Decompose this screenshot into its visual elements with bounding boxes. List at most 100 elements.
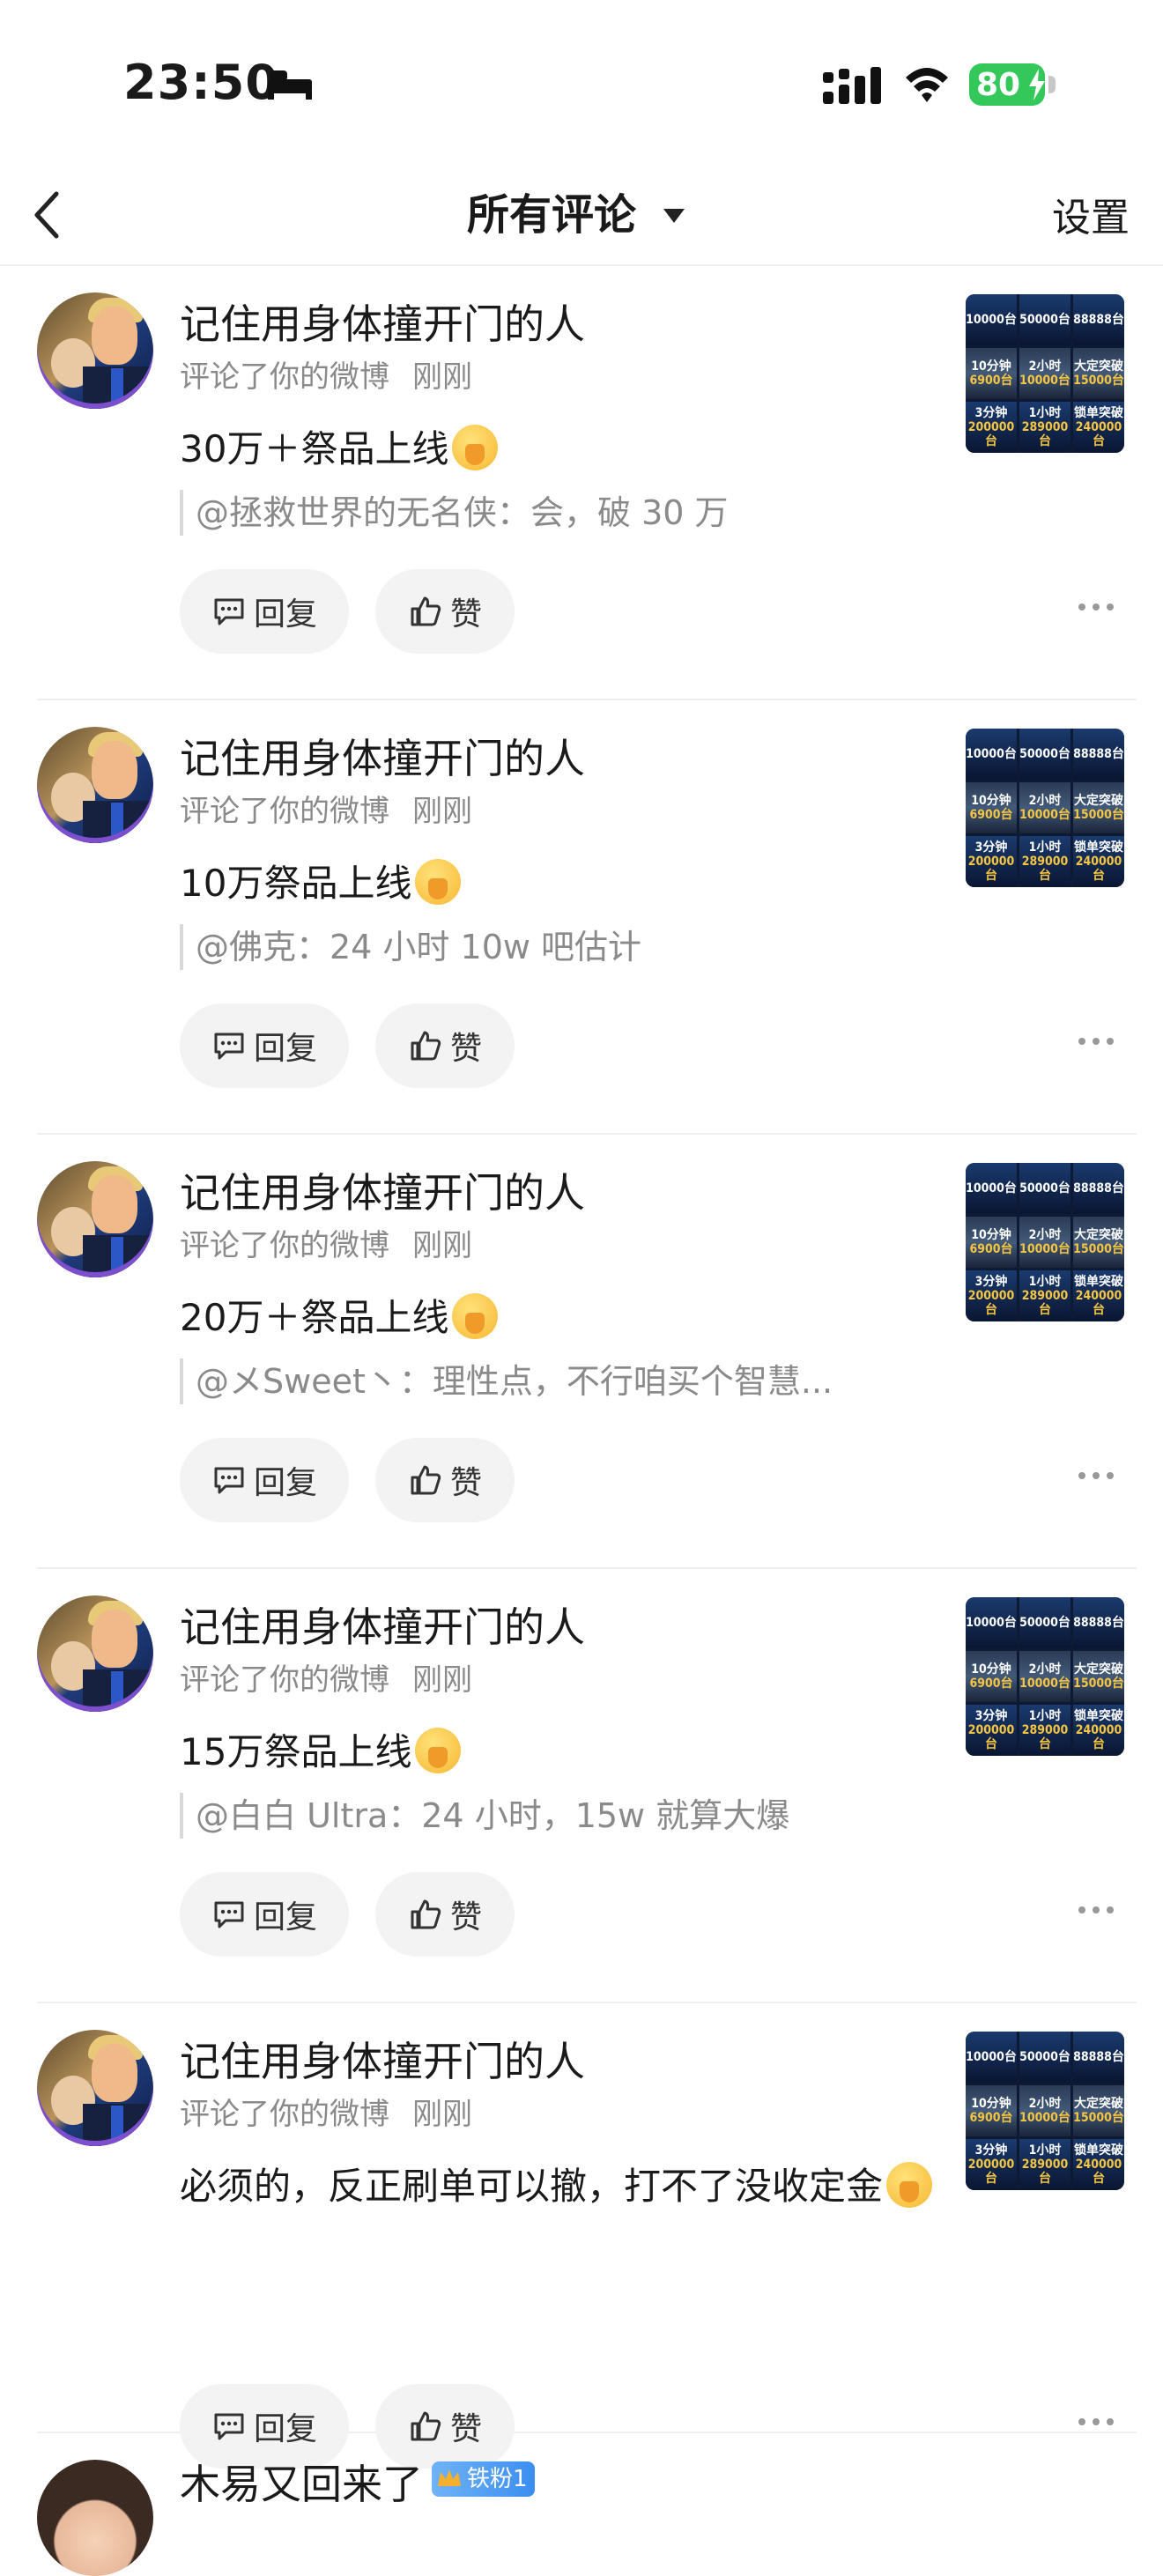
- thumbnail-cell: 大定突破 15000台: [1073, 348, 1124, 399]
- more-options-icon[interactable]: [1077, 1904, 1115, 1916]
- avatar[interactable]: [37, 292, 153, 409]
- thumbnail-cell: 50000台: [1019, 1163, 1070, 1214]
- reply-button[interactable]: 回复: [180, 1872, 349, 1957]
- crown-icon: [438, 2469, 461, 2486]
- pray-emoji-icon: [886, 2162, 933, 2208]
- comment-item[interactable]: 记住用身体撞开门的人 评论了你的微博 刚刚 必须的，反正刷单可以撤，打不了没收定金 回复…: [37, 2003, 1137, 2469]
- thumbnail-cell: 10000台: [966, 1597, 1017, 1648]
- pray-emoji-icon: [415, 1728, 462, 1773]
- like-button[interactable]: 赞: [375, 1438, 515, 1522]
- weibo-thumbnail[interactable]: 10000台 50000台 88888台 10分钟 6900台 2小时 10000台 大定突破…: [966, 729, 1124, 887]
- thumbnail-cell: 2小时 10000台: [1019, 2085, 1070, 2136]
- back-arrow-icon[interactable]: [25, 183, 72, 247]
- commenter-name[interactable]: 记住用身体撞开门的人: [180, 298, 585, 351]
- reply-button[interactable]: 回复: [180, 1438, 349, 1522]
- comment-item[interactable]: 木易又回来了 铁粉1: [37, 2433, 1137, 2576]
- thumbnail-cell: 大定突破 15000台: [1073, 782, 1124, 833]
- weibo-thumbnail[interactable]: 10000台 50000台 88888台 10分钟 6900台 2小时 10000台 大定突破…: [966, 1163, 1124, 1321]
- pray-emoji-icon: [452, 1293, 499, 1339]
- thumbnail-cell: 1小时 289000台: [1019, 402, 1070, 453]
- comment-time: 刚刚: [412, 794, 472, 829]
- comment-action-text: 评论了你的微博: [180, 359, 389, 395]
- settings-button[interactable]: 设置: [1052, 187, 1130, 250]
- weibo-thumbnail[interactable]: 10000台 50000台 88888台 10分钟 6900台 2小时 10000台 大定突破…: [966, 294, 1124, 453]
- commenter-name[interactable]: 记住用身体撞开门的人: [180, 732, 585, 785]
- thumbnail-cell: 3分钟 200000台: [966, 1270, 1017, 1321]
- avatar[interactable]: [37, 1161, 153, 1277]
- thumbnail-cell: 1小时 289000台: [1019, 1705, 1070, 1756]
- thumbnail-cell: 10分钟 6900台: [966, 2085, 1017, 2136]
- more-options-icon[interactable]: [1077, 1035, 1115, 1047]
- comment-action-text: 评论了你的微博: [180, 1228, 389, 1263]
- comment-icon: [214, 598, 244, 625]
- thumbnail-cell: 锁单突破 240000台: [1073, 402, 1124, 453]
- thumbnail-cell: 10分钟 6900台: [966, 1651, 1017, 1702]
- thumbnail-cell: 2小时 10000台: [1019, 348, 1070, 399]
- commenter-name[interactable]: 记住用身体撞开门的人: [180, 1601, 585, 1654]
- thumbnail-cell: 10000台: [966, 729, 1017, 780]
- thumbnail-cell: 50000台: [1019, 2032, 1070, 2083]
- comment-item[interactable]: 记住用身体撞开门的人 评论了你的微博 刚刚 10万祭品上线 @佛克：24 小时 10w …: [37, 700, 1137, 1135]
- thumbnail-cell: 大定突破 15000台: [1073, 1651, 1124, 1702]
- thumbnail-cell: 10000台: [966, 2032, 1017, 2083]
- quoted-comment[interactable]: @拯救世界的无名侠：会，破 30 万: [180, 490, 729, 536]
- thumbnail-cell: 10分钟 6900台: [966, 348, 1017, 399]
- commenter-name[interactable]: 木易又回来了 铁粉1: [180, 2458, 535, 2511]
- comment-time: 刚刚: [412, 1228, 472, 1263]
- avatar[interactable]: [37, 1595, 153, 1712]
- comment-item[interactable]: 记住用身体撞开门的人 评论了你的微博 刚刚 15万祭品上线 @白白 Ultra：24 小…: [37, 1569, 1137, 2003]
- thumbnail-cell: 2小时 10000台: [1019, 1217, 1070, 1268]
- more-options-icon[interactable]: [1077, 1469, 1115, 1482]
- comment-item[interactable]: 记住用身体撞开门的人评论了你的微博 刚刚 20万＋祭品上线 @メSweet丶：理性点，…: [37, 1135, 1137, 1569]
- reply-button[interactable]: 回复: [180, 1003, 349, 1088]
- dropdown-caret-icon[interactable]: [663, 208, 685, 224]
- thumbs-up-icon: [411, 1465, 441, 1495]
- commenter-name[interactable]: 记住用身体撞开门的人: [180, 1166, 585, 1219]
- thumbnail-cell: 88888台: [1073, 1597, 1124, 1648]
- comment-feed: 记住用身体撞开门的人 评论了你的微博 刚刚 30万＋祭品上线 @拯救世界的无名侠：会，破…: [0, 266, 1163, 2576]
- avatar[interactable]: [37, 2030, 153, 2146]
- comment-time: 刚刚: [412, 2097, 472, 2132]
- weibo-thumbnail[interactable]: 10000台 50000台 88888台 10分钟 6900台 2小时 10000台 大定突破…: [966, 1597, 1124, 1756]
- weibo-thumbnail[interactable]: 10000台 50000台 88888台 10分钟 6900台 2小时 10000台 大定突破…: [966, 2032, 1124, 2190]
- wifi-icon: [906, 68, 948, 102]
- more-options-icon[interactable]: [1077, 2416, 1115, 2428]
- avatar[interactable]: [37, 2460, 153, 2576]
- comment-content: 30万＋祭品上线: [180, 423, 937, 476]
- page-title[interactable]: 所有评论: [467, 183, 636, 247]
- comment-content: 10万祭品上线: [180, 857, 937, 910]
- pray-emoji-icon: [415, 859, 462, 905]
- thumbnail-cell: 88888台: [1073, 1163, 1124, 1214]
- comment-meta: 评论了你的微博 刚刚: [180, 358, 472, 396]
- battery-level: 80: [976, 66, 1021, 103]
- thumbnail-cell: 50000台: [1019, 729, 1070, 780]
- quoted-comment[interactable]: @メSweet丶：理性点，不行咱买个智慧...: [180, 1358, 833, 1404]
- thumbnail-cell: 锁单突破 240000台: [1073, 1270, 1124, 1321]
- quoted-comment[interactable]: @佛克：24 小时 10w 吧估计: [180, 924, 641, 970]
- thumbnail-cell: 1小时 289000台: [1019, 836, 1070, 887]
- like-button[interactable]: 赞: [375, 1872, 515, 1957]
- thumbnail-cell: 10分钟 6900台: [966, 782, 1017, 833]
- comment-content: 必须的，反正刷单可以撤，打不了没收定金: [180, 2160, 937, 2213]
- comment-icon: [214, 1033, 244, 1060]
- quoted-comment[interactable]: @白白 Ultra：24 小时，15w 就算大爆: [180, 1793, 789, 1839]
- reply-button[interactable]: 回复: [180, 569, 349, 654]
- comment-content: 15万祭品上线: [180, 1726, 937, 1779]
- commenter-name[interactable]: 记住用身体撞开门的人: [180, 2035, 585, 2088]
- comment-time: 刚刚: [412, 359, 472, 395]
- sleep-focus-icon: [268, 70, 312, 100]
- avatar[interactable]: [37, 727, 153, 843]
- comment-icon: [214, 1901, 244, 1928]
- thumbnail-cell: 2小时 10000台: [1019, 1651, 1070, 1702]
- comment-icon: [214, 1467, 244, 1494]
- more-options-icon[interactable]: [1077, 601, 1115, 613]
- comment-item[interactable]: 记住用身体撞开门的人评论了你的微博 刚刚 30万＋祭品上线 @拯救世界的无名侠：会，破…: [37, 266, 1137, 700]
- thumbnail-cell: 3分钟 200000台: [966, 402, 1017, 453]
- status-time: 23:50: [123, 55, 279, 110]
- like-button[interactable]: 赞: [375, 569, 515, 654]
- comment-content: 20万＋祭品上线: [180, 1292, 937, 1344]
- like-button[interactable]: 赞: [375, 1003, 515, 1088]
- thumbnail-cell: 50000台: [1019, 1597, 1070, 1648]
- thumbnail-cell: 锁单突破 240000台: [1073, 2139, 1124, 2190]
- navigation-bar: 所有评论 设置: [0, 167, 1163, 266]
